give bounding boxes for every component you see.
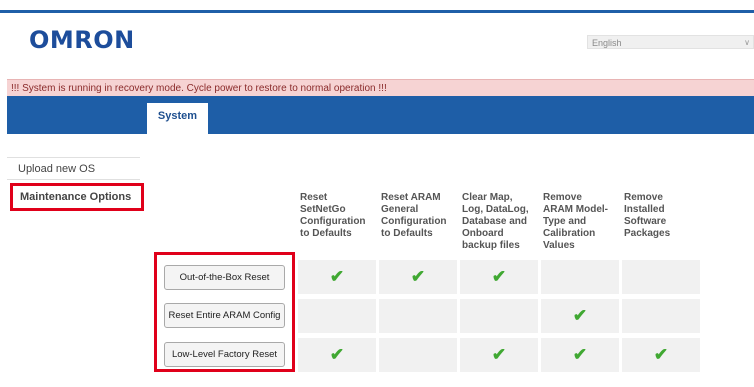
check-icon: ✔ — [572, 306, 588, 325]
check-icon: ✔ — [410, 267, 426, 286]
column-header-clear-map-log: Clear Map, Log, DataLog, Database and Onboa… — [462, 192, 529, 251]
low-level-factory-reset-button[interactable]: Low-Level Factory Reset — [164, 342, 285, 367]
check-icon: ✔ — [572, 345, 588, 364]
table-cell — [622, 299, 700, 333]
chevron-down-icon: ∨ — [744, 38, 750, 47]
tab-system[interactable]: System — [147, 103, 208, 134]
table-cell — [298, 299, 376, 333]
language-select-value: English — [592, 38, 622, 48]
check-icon: ✔ — [491, 267, 507, 286]
top-accent-line — [0, 10, 754, 13]
check-icon: ✔ — [653, 345, 669, 364]
column-header-remove-aram-model: Remove ARAM Model- Type and Calibration Valu… — [543, 192, 608, 251]
table-cell — [379, 299, 457, 333]
column-header-reset-setnetgo: Reset SetNetGo Configuration to Defaults — [300, 192, 366, 239]
table-cell — [622, 260, 700, 294]
sidebar-item-upload-os[interactable]: Upload new OS — [7, 157, 140, 180]
top-nav-bar — [7, 96, 754, 134]
recovery-mode-banner: !!! System is running in recovery mode. … — [7, 79, 754, 96]
out-of-the-box-reset-button[interactable]: Out-of-the-Box Reset — [164, 265, 285, 290]
omron-logo: OMRON — [29, 26, 135, 54]
check-icon: ✔ — [491, 345, 507, 364]
table-cell — [379, 338, 457, 372]
table-cell — [460, 299, 538, 333]
table-cell — [541, 260, 619, 294]
sidebar-item-maintenance-options[interactable]: Maintenance Options — [10, 183, 144, 211]
check-icon: ✔ — [329, 267, 345, 286]
language-select[interactable]: English ∨ — [587, 35, 754, 49]
column-header-remove-software: Remove Installed Software Packages — [624, 192, 671, 239]
check-icon: ✔ — [329, 345, 345, 364]
reset-entire-aram-config-button[interactable]: Reset Entire ARAM Config — [164, 303, 285, 328]
column-header-reset-aram-general: Reset ARAM General Configuration to Default… — [381, 192, 447, 239]
